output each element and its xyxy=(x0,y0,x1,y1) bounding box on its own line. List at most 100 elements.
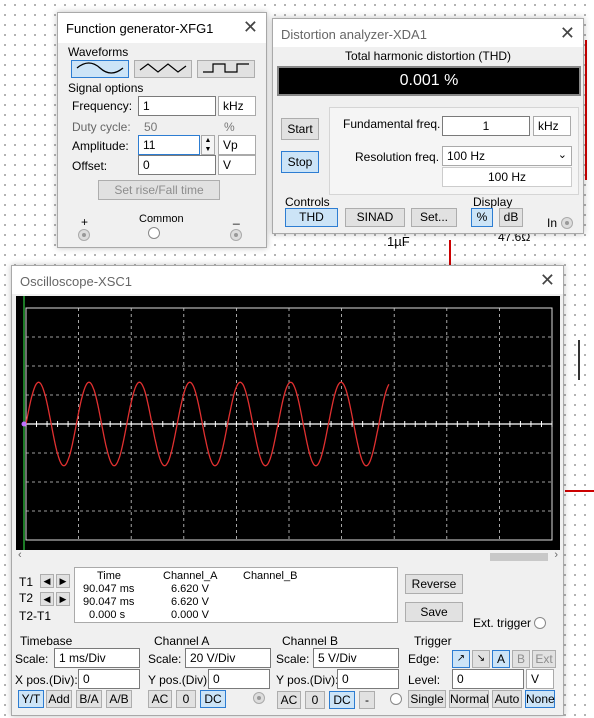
thd-header: Total harmonic distortion (THD) xyxy=(344,49,512,63)
oscilloscope-titlebar[interactable]: Oscilloscope-XSC1 ✕ xyxy=(12,266,563,294)
set-rise-fall-button[interactable]: Set rise/Fall time xyxy=(98,180,220,200)
triangle-wave-button[interactable] xyxy=(134,60,192,78)
offset-input[interactable]: 0 xyxy=(138,155,216,175)
level-input[interactable]: 0 xyxy=(452,669,524,689)
ab-button[interactable]: A/B xyxy=(106,690,132,708)
trigger-b-button[interactable]: B xyxy=(512,650,530,668)
none-button[interactable]: None xyxy=(525,690,555,708)
frequency-unit[interactable]: kHz xyxy=(218,96,256,116)
thd-button[interactable]: THD xyxy=(285,208,338,227)
col-header-channel-a: Channel_A xyxy=(163,570,218,582)
schematic-cap-label: 1µF xyxy=(387,234,410,249)
channel-b-ypos-input[interactable]: 0 xyxy=(337,669,399,689)
function-generator-titlebar[interactable]: Function generator-XFG1 ✕ xyxy=(58,13,266,43)
channel-a-terminal[interactable] xyxy=(253,692,265,704)
triangle-icon xyxy=(139,63,187,73)
common-terminal[interactable] xyxy=(148,227,160,239)
trigger-label: Trigger xyxy=(414,634,452,648)
t1-left-arrow[interactable]: ◀ xyxy=(40,574,54,588)
channel-b-minus-button[interactable]: - xyxy=(359,691,375,709)
reverse-button[interactable]: Reverse xyxy=(405,574,463,594)
channel-a-ac-button[interactable]: AC xyxy=(148,690,172,708)
channel-b-scale-label: Scale: xyxy=(276,652,310,666)
close-icon[interactable]: ✕ xyxy=(560,23,575,44)
yt-button[interactable]: Y/T xyxy=(18,690,44,708)
scroll-right-icon[interactable]: › xyxy=(554,549,558,561)
distortion-analyzer-window: Distortion analyzer-XDA1 ✕ Total harmoni… xyxy=(272,18,584,234)
channel-b-zero-button[interactable]: 0 xyxy=(305,691,325,709)
normal-button[interactable]: Normal xyxy=(449,690,489,708)
sine-wave-button[interactable] xyxy=(71,60,129,78)
edge-label: Edge: xyxy=(408,652,440,666)
ext-trigger-terminal[interactable] xyxy=(534,617,546,629)
duty-cycle-label: Duty cycle: xyxy=(72,120,131,134)
percent-button[interactable]: % xyxy=(471,208,493,227)
channel-b-terminal[interactable] xyxy=(390,693,402,705)
amplitude-unit[interactable]: Vp xyxy=(218,135,256,155)
close-icon[interactable]: ✕ xyxy=(243,17,258,38)
offset-unit[interactable]: V xyxy=(218,155,256,175)
ba-button[interactable]: B/A xyxy=(76,690,102,708)
save-button[interactable]: Save xyxy=(405,602,463,622)
resolution-freq-select[interactable]: 100 Hz ⌄ xyxy=(442,146,572,166)
timebase-scale-input[interactable]: 1 ms/Div xyxy=(54,648,140,668)
plus-terminal[interactable] xyxy=(78,229,90,241)
channel-b-ac-button[interactable]: AC xyxy=(277,691,301,709)
scope-scrollbar[interactable]: ‹ › xyxy=(16,549,560,562)
square-icon xyxy=(203,63,249,73)
channel-b-dc-button[interactable]: DC xyxy=(329,691,355,709)
close-icon[interactable]: ✕ xyxy=(540,270,555,291)
distortion-analyzer-titlebar[interactable]: Distortion analyzer-XDA1 ✕ xyxy=(273,19,583,47)
add-button[interactable]: Add xyxy=(46,690,72,708)
stop-button[interactable]: Stop xyxy=(281,151,319,173)
square-wave-button[interactable] xyxy=(197,60,255,78)
sine-icon xyxy=(76,62,124,74)
t2-left-arrow[interactable]: ◀ xyxy=(40,592,54,606)
scroll-thumb[interactable] xyxy=(490,553,548,561)
controls-label: Controls xyxy=(285,195,330,209)
amplitude-label: Amplitude: xyxy=(72,139,129,153)
xpos-label: X pos.(Div): xyxy=(15,673,78,687)
fundamental-freq-label: Fundamental freq. xyxy=(343,117,441,131)
single-button[interactable]: Single xyxy=(408,690,446,708)
xpos-input[interactable]: 0 xyxy=(78,669,140,689)
rising-edge-button[interactable]: ↗ xyxy=(452,650,470,668)
set-button[interactable]: Set... xyxy=(411,208,457,227)
minus-terminal[interactable] xyxy=(230,229,242,241)
channel-a-ypos-label: Y pos.(Div): xyxy=(148,673,211,687)
level-unit[interactable]: V xyxy=(526,669,554,689)
amplitude-input[interactable]: 11 xyxy=(138,135,200,155)
in-terminal[interactable] xyxy=(561,217,573,229)
auto-button[interactable]: Auto xyxy=(492,690,522,708)
frequency-input[interactable]: 1 xyxy=(138,96,216,116)
scroll-left-icon[interactable]: ‹ xyxy=(18,549,22,561)
rising-edge-icon: ↗ xyxy=(456,653,466,664)
sinad-button[interactable]: SINAD xyxy=(345,208,405,227)
channel-b-scale-input[interactable]: 5 V/Div xyxy=(313,648,399,668)
minus-terminal-label: _ xyxy=(233,211,240,225)
channel-a-scale-input[interactable]: 20 V/Div xyxy=(185,648,271,668)
trigger-ext-button[interactable]: Ext xyxy=(532,650,556,668)
channel-a-dc-button[interactable]: DC xyxy=(200,690,226,708)
db-button[interactable]: dB xyxy=(499,208,523,227)
oscilloscope-window: Oscilloscope-XSC1 ✕ ‹ › T1 T2 T2-T1 ◀ ▶ … xyxy=(11,265,564,716)
channel-a-scale-label: Scale: xyxy=(148,652,182,666)
t1-right-arrow[interactable]: ▶ xyxy=(56,574,70,588)
ext-trigger-label: Ext. trigger xyxy=(473,616,532,630)
level-label: Level: xyxy=(408,673,441,687)
channel-a-ypos-input[interactable]: 0 xyxy=(208,669,270,689)
falling-edge-button[interactable]: ↘ xyxy=(472,650,490,668)
thd-value: 0.001 % xyxy=(399,72,459,89)
start-button[interactable]: Start xyxy=(281,118,319,140)
t2t1-label: T2-T1 xyxy=(19,609,52,623)
fundamental-freq-input[interactable]: 1 xyxy=(442,116,530,136)
t2-time: 90.047 ms xyxy=(83,596,135,608)
fundamental-freq-unit[interactable]: kHz xyxy=(533,116,571,136)
trigger-a-button[interactable]: A xyxy=(492,650,510,668)
resolution-freq-label: Resolution freq. xyxy=(355,150,440,164)
schematic-wire-right xyxy=(585,40,587,180)
amplitude-stepper[interactable]: ▲ ▼ xyxy=(201,135,215,155)
channel-b-label: Channel B xyxy=(282,634,339,648)
t2-right-arrow[interactable]: ▶ xyxy=(56,592,70,606)
channel-a-zero-button[interactable]: 0 xyxy=(176,690,196,708)
